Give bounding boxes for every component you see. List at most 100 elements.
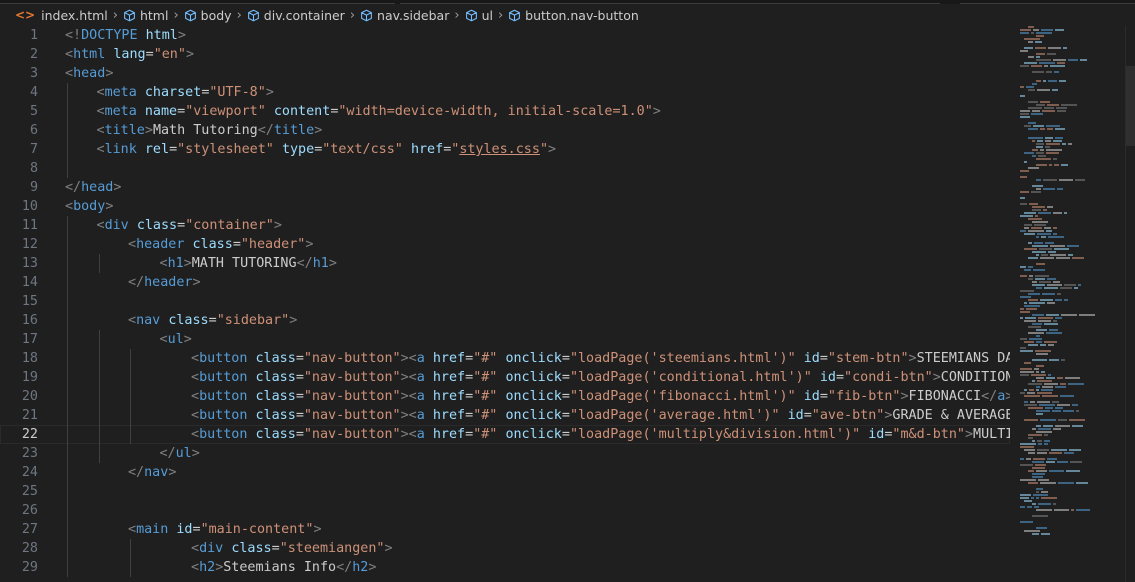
minimap-code-mark <box>1036 56 1040 58</box>
minimap-code-mark <box>1046 314 1059 316</box>
code-line[interactable]: 18 <button class="nav-button"><a href="#"… <box>0 349 1010 368</box>
code-editor[interactable]: 1 <!DOCTYPE html> 2 <html lang="en"> 3 <head>… <box>0 26 1010 582</box>
scrollbar-thumb[interactable] <box>1126 66 1135 146</box>
minimap-code-mark <box>1029 338 1042 340</box>
minimap-code-mark <box>1032 440 1035 442</box>
minimap-code-mark <box>1057 293 1061 295</box>
minimap-code-mark <box>1024 530 1040 532</box>
breadcrumb-item[interactable]: ul <box>465 8 493 23</box>
code-line[interactable]: 14 </header> <box>0 273 1010 292</box>
code-line[interactable]: 7 <link rel="stylesheet" type="text/css" … <box>0 140 1010 159</box>
code-line[interactable]: 21 <button class="nav-button"><a href="#"… <box>0 406 1010 425</box>
code-line[interactable]: 10 <body> <box>0 197 1010 216</box>
minimap-code-mark <box>1040 257 1054 259</box>
line-number: 26 <box>21 503 38 518</box>
minimap-code-mark <box>1050 254 1066 256</box>
minimap-code-mark <box>1028 482 1038 484</box>
minimap-code-mark <box>1028 326 1041 328</box>
code-line[interactable]: 19 <button class="nav-button"><a href="#"… <box>0 368 1010 387</box>
minimap[interactable] <box>1010 26 1125 582</box>
code-line[interactable]: 12 <header class="header"> <box>0 235 1010 254</box>
minimap-code-mark <box>1055 29 1064 31</box>
code-line[interactable]: 1 <!DOCTYPE html> <box>0 26 1010 45</box>
code-line[interactable]: 26 <box>0 501 1010 520</box>
code-line[interactable]: 28 <div class="steemiangen"> <box>0 539 1010 558</box>
minimap-code-mark <box>1063 410 1074 412</box>
minimap-code-mark <box>1034 242 1043 244</box>
code-line[interactable]: 4 <meta charset="UTF-8"> <box>0 83 1010 102</box>
breadcrumb-item[interactable]: body <box>184 8 232 23</box>
line-number: 17 <box>21 332 38 347</box>
breadcrumb-item[interactable]: button.nav-button <box>508 8 639 23</box>
minimap-code-mark <box>1044 227 1051 229</box>
code-line[interactable]: 24 </nav> <box>0 463 1010 482</box>
code-line[interactable]: 2 <html lang="en"> <box>0 45 1010 64</box>
code-line[interactable]: 3 <head> <box>0 64 1010 83</box>
code-line[interactable]: 8 <box>0 159 1010 178</box>
minimap-code-mark <box>1057 404 1070 406</box>
code-text: <main id="main-content"> <box>128 522 322 537</box>
line-number: 27 <box>21 522 38 537</box>
minimap-code-mark <box>1036 491 1039 493</box>
code-line[interactable]: 25 <box>0 482 1010 501</box>
code-line[interactable]: 22 <button class="nav-button"><a href="#"… <box>0 425 1010 444</box>
code-text: <header class="header"> <box>128 237 314 252</box>
minimap-code-mark <box>1028 344 1038 346</box>
code-line[interactable]: 15 <box>0 292 1010 311</box>
minimap-code-mark <box>1020 116 1030 118</box>
code-line[interactable]: 13 <h1>MATH TUTORING</h1> <box>0 254 1010 273</box>
minimap-code-mark <box>1044 107 1054 109</box>
code-line[interactable]: 6 <title>Math Tutoring</title> <box>0 121 1010 140</box>
minimap-code-mark <box>1028 56 1034 58</box>
breadcrumb-item[interactable]: nav.sidebar <box>360 8 449 23</box>
breadcrumb-item[interactable]: div.container <box>247 8 345 23</box>
code-text: </header> <box>128 275 201 290</box>
code-line[interactable]: 16 <nav class="sidebar"> <box>0 311 1010 330</box>
minimap-code-mark <box>1069 449 1081 451</box>
minimap-code-mark <box>1028 101 1038 103</box>
code-line[interactable]: 27 <main id="main-content"> <box>0 520 1010 539</box>
minimap-code-mark <box>1047 104 1059 106</box>
minimap-code-mark <box>1044 287 1058 289</box>
minimap-code-mark <box>1032 503 1036 505</box>
minimap-code-mark <box>1020 86 1024 88</box>
code-line[interactable]: 9 </head> <box>0 178 1010 197</box>
minimap-code-mark <box>1027 392 1035 394</box>
code-text: <html lang="en"> <box>65 47 194 62</box>
minimap-code-mark <box>1020 203 1027 205</box>
breadcrumb-item[interactable]: html <box>123 8 168 23</box>
minimap-code-mark <box>1049 164 1052 166</box>
code-text: <h1>MATH TUTORING</h1> <box>159 256 337 271</box>
code-line[interactable]: 17 <ul> <box>0 330 1010 349</box>
code-text: <nav class="sidebar"> <box>128 313 298 328</box>
code-line[interactable]: 29 <h2>Steemians Info</h2> <box>0 558 1010 577</box>
minimap-code-mark <box>1044 443 1048 445</box>
minimap-code-mark <box>1046 149 1062 151</box>
breadcrumb-item[interactable]: <> index.html <box>0 8 108 23</box>
minimap-code-mark <box>1032 140 1035 142</box>
code-text: </ul> <box>159 446 200 461</box>
breadcrumb: <> index.html › html › body › div.container › nav… <box>0 4 1135 26</box>
minimap-code-mark <box>1039 281 1051 283</box>
code-line[interactable]: 20 <button class="nav-button"><a href="#"… <box>0 387 1010 406</box>
minimap-code-mark <box>1036 35 1044 37</box>
minimap-code-mark <box>1052 89 1058 91</box>
minimap-code-mark <box>1020 458 1024 460</box>
vertical-scrollbar[interactable] <box>1125 26 1135 582</box>
minimap-code-mark <box>1036 329 1047 331</box>
code-line[interactable]: 11 <div class="container"> <box>0 216 1010 235</box>
minimap-code-mark <box>1044 434 1048 436</box>
minimap-code-mark <box>1047 128 1053 130</box>
minimap-code-mark <box>1036 80 1041 82</box>
minimap-code-mark <box>1029 203 1038 205</box>
minimap-code-mark <box>1055 317 1062 319</box>
code-line[interactable]: 5 <meta name="viewport" content="width=de… <box>0 102 1010 121</box>
code-line[interactable]: 23 </ul> <box>0 444 1010 463</box>
minimap-code-mark <box>1052 401 1059 403</box>
code-text: <ul> <box>159 332 192 347</box>
minimap-code-mark <box>1036 371 1039 373</box>
minimap-code-mark <box>1033 269 1045 271</box>
minimap-code-mark <box>1044 65 1048 67</box>
minimap-code-mark <box>1035 350 1051 352</box>
minimap-code-mark <box>1032 359 1047 361</box>
